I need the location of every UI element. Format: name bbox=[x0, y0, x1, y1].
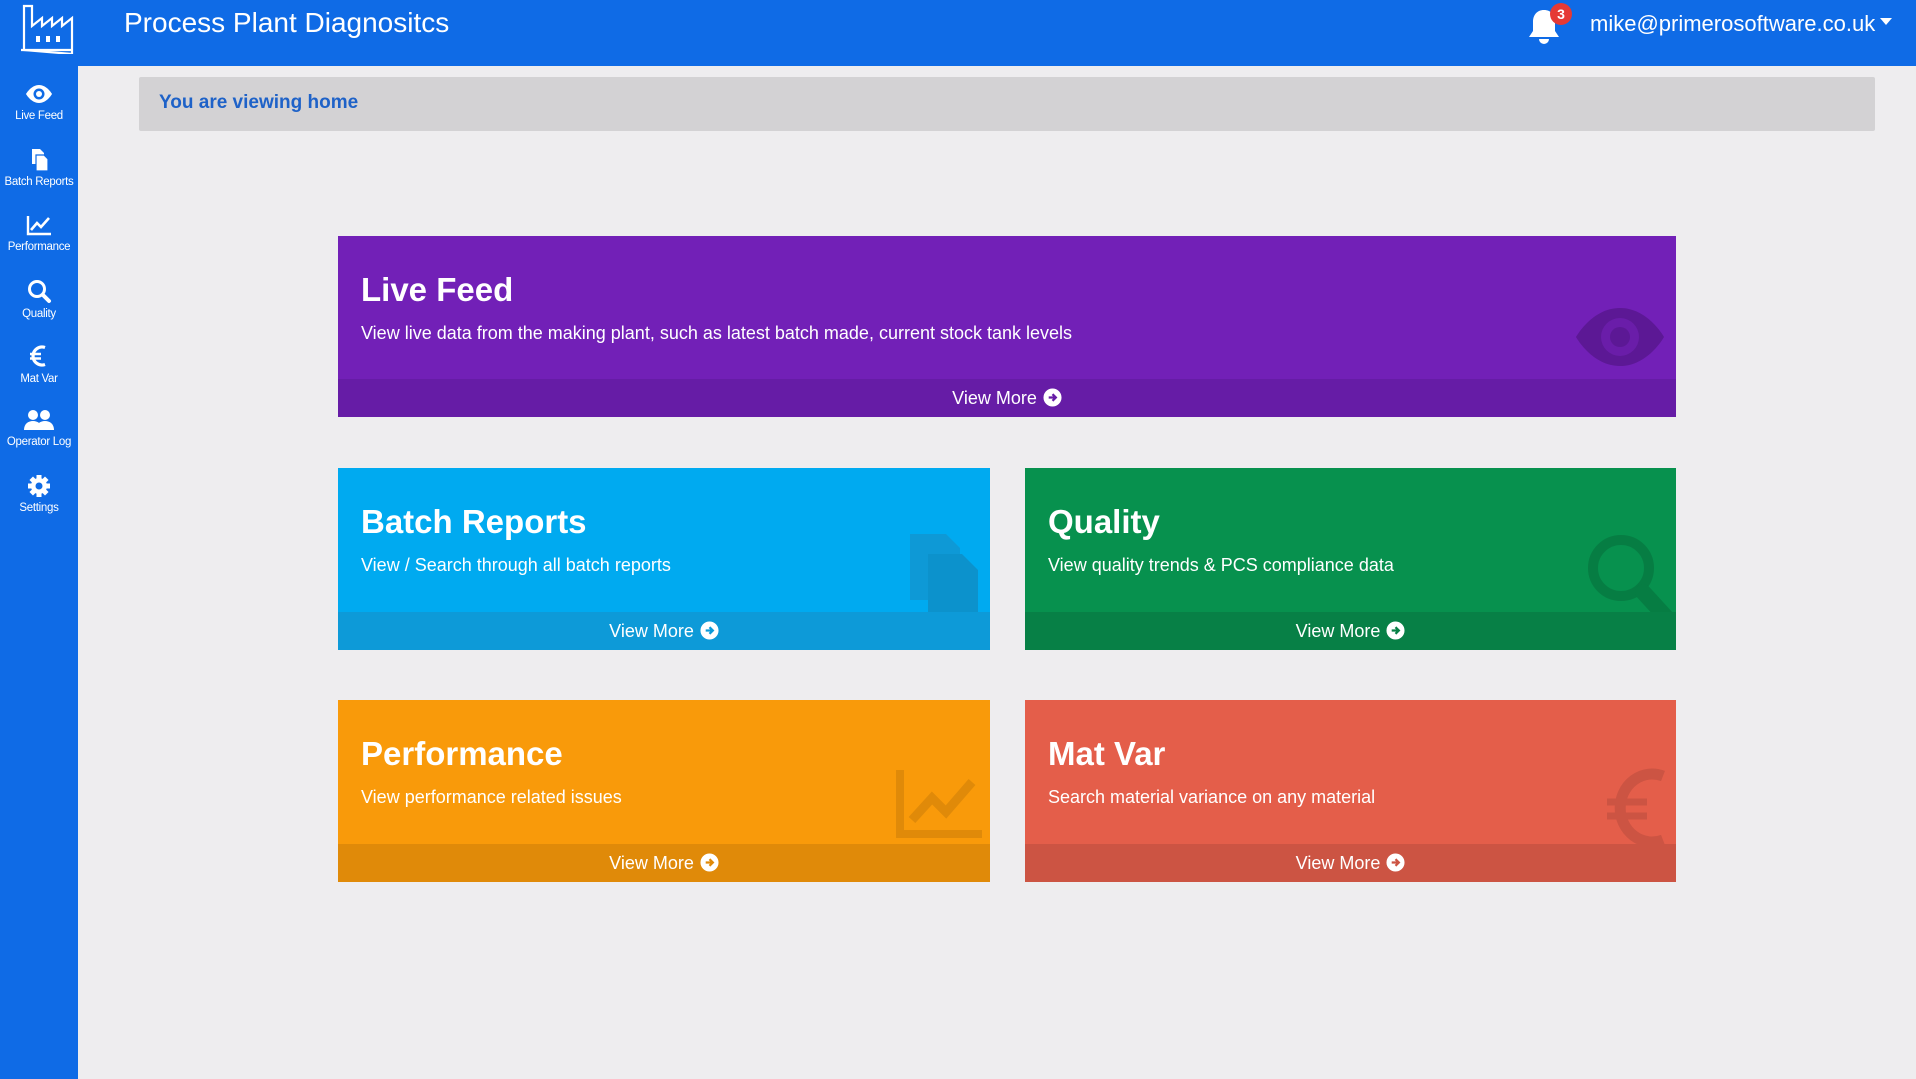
mat-var-card[interactable]: Mat Var Search material variance on any … bbox=[1025, 700, 1676, 882]
sidebar-item-label: Settings bbox=[19, 502, 59, 514]
arrow-circle-right-icon bbox=[700, 853, 719, 872]
factory-logo-icon[interactable] bbox=[18, 2, 76, 54]
card-description: Search material variance on any material bbox=[1048, 787, 1376, 807]
breadcrumb: You are viewing home bbox=[139, 77, 1875, 131]
view-more-link[interactable]: View More bbox=[338, 844, 990, 882]
euro-icon bbox=[30, 345, 46, 367]
view-more-label: View More bbox=[609, 621, 694, 641]
view-more-label: View More bbox=[609, 853, 694, 873]
performance-card[interactable]: Performance View performance related iss… bbox=[338, 700, 990, 882]
view-more-label: View More bbox=[1295, 621, 1381, 641]
live-feed-card[interactable]: Live Feed View live data from the making… bbox=[338, 236, 1676, 417]
sidebar-item-label: Operator Log bbox=[6, 436, 72, 448]
app-title: Process Plant Diagnositcs bbox=[124, 7, 450, 38]
sidebar-item-label: Batch Reports bbox=[4, 176, 74, 188]
sidebar-item-settings[interactable]: Settings bbox=[0, 474, 78, 534]
card-title: Quality bbox=[1048, 503, 1160, 540]
sidebar-item-label: Performance bbox=[7, 241, 71, 253]
eye-icon bbox=[26, 85, 52, 103]
quality-card[interactable]: Quality View quality trends & PCS compli… bbox=[1025, 468, 1676, 650]
line-chart-icon bbox=[26, 216, 51, 236]
card-title: Batch Reports bbox=[361, 503, 587, 540]
card-title: Live Feed bbox=[361, 271, 514, 308]
view-more-label: View More bbox=[952, 388, 1037, 408]
sidebar-item-label: Quality bbox=[22, 308, 56, 320]
files-icon bbox=[910, 534, 978, 622]
sidebar-item-label: Mat Var bbox=[20, 373, 58, 385]
sidebar-item-mat-var[interactable]: Mat Var bbox=[0, 343, 78, 403]
sidebar-item-performance[interactable]: Performance bbox=[0, 213, 78, 273]
card-description: View / Search through all batch reports bbox=[361, 555, 671, 575]
sidebar: Live Feed Batch Reports Performance Qual… bbox=[0, 66, 78, 1079]
eye-icon bbox=[1576, 308, 1664, 366]
files-icon bbox=[32, 149, 49, 172]
sidebar-item-batch-reports[interactable]: Batch Reports bbox=[0, 148, 78, 208]
breadcrumb-text: You are viewing home bbox=[159, 92, 359, 113]
view-more-label: View More bbox=[1295, 853, 1381, 873]
sidebar-item-operator-log[interactable]: Operator Log bbox=[0, 408, 78, 468]
notification-badge: 3 bbox=[1550, 3, 1572, 25]
arrow-circle-right-icon bbox=[1386, 853, 1405, 872]
arrow-circle-right-icon bbox=[1043, 388, 1062, 407]
batch-reports-card[interactable]: Batch Reports View / Search through all … bbox=[338, 468, 990, 650]
view-more-link[interactable]: View More bbox=[338, 379, 1676, 417]
view-more-link[interactable]: View More bbox=[1025, 612, 1676, 650]
chevron-down-icon[interactable] bbox=[1880, 18, 1892, 25]
search-icon bbox=[28, 280, 51, 303]
card-title: Performance bbox=[361, 735, 563, 772]
user-menu[interactable]: mike@primerosoftware.co.uk bbox=[1590, 8, 1875, 40]
arrow-circle-right-icon bbox=[700, 621, 719, 640]
top-bar: Process Plant Diagnositcs 3 mike@primero… bbox=[0, 0, 1916, 66]
sidebar-item-label: Live Feed bbox=[15, 110, 63, 122]
view-more-link[interactable]: View More bbox=[338, 612, 990, 650]
line-chart-icon bbox=[896, 770, 982, 838]
euro-icon bbox=[1607, 768, 1665, 848]
card-description: View quality trends & PCS compliance dat… bbox=[1048, 555, 1394, 575]
sidebar-item-quality[interactable]: Quality bbox=[0, 278, 78, 338]
card-description: View live data from the making plant, su… bbox=[361, 323, 1073, 343]
sidebar-item-live-feed[interactable]: Live Feed bbox=[0, 82, 78, 142]
users-icon bbox=[24, 410, 54, 430]
card-description: View performance related issues bbox=[361, 787, 622, 807]
gear-icon bbox=[28, 475, 50, 497]
card-title: Mat Var bbox=[1048, 735, 1166, 772]
arrow-circle-right-icon bbox=[1386, 621, 1405, 640]
view-more-link[interactable]: View More bbox=[1025, 844, 1676, 882]
